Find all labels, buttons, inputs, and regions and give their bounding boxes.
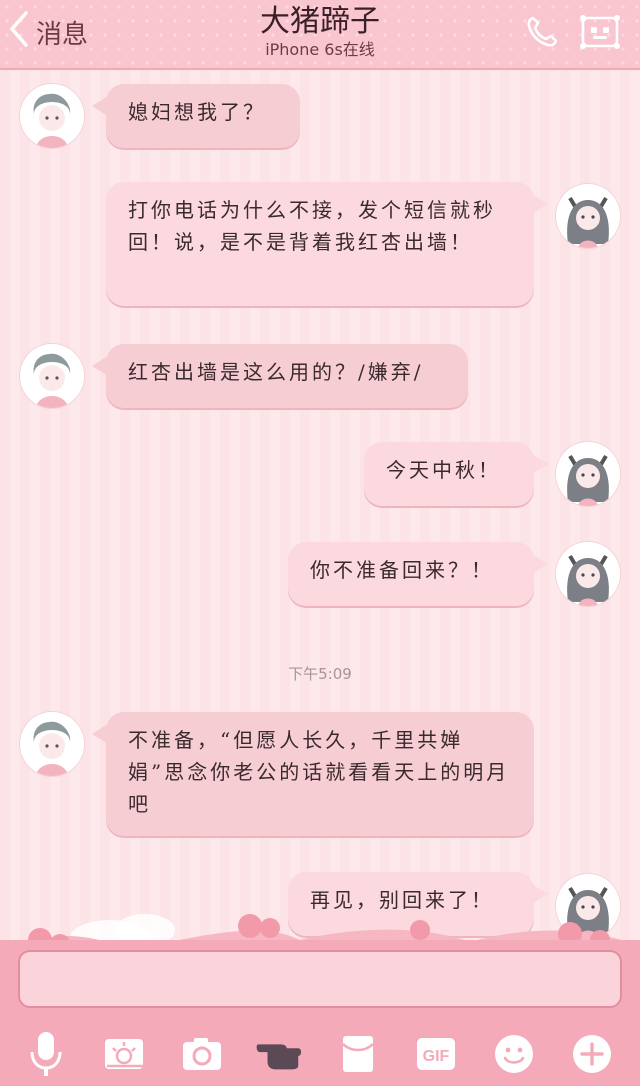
contact-avatar[interactable] bbox=[20, 344, 84, 408]
more-button[interactable] bbox=[568, 1030, 616, 1078]
message-bubble[interactable]: 你不准备回来？！ bbox=[288, 542, 548, 606]
message-bubble[interactable]: 不准备，“但愿人长久，千里共婵娟”思念你老公的话就看看天上的明月吧 bbox=[92, 712, 534, 836]
input-toolbar: GIF bbox=[0, 1020, 640, 1086]
contact-avatar[interactable] bbox=[20, 84, 84, 148]
back-button[interactable]: 消息 bbox=[6, 10, 88, 54]
chevron-left-icon bbox=[6, 9, 30, 56]
envelope-icon bbox=[342, 1036, 374, 1072]
self-avatar[interactable] bbox=[556, 184, 620, 248]
online-status: iPhone 6s在线 bbox=[265, 40, 375, 59]
microphone-icon bbox=[30, 1032, 62, 1076]
title-block: 大猪蹄子 iPhone 6s在线 bbox=[160, 4, 480, 60]
emoji-button[interactable] bbox=[490, 1030, 538, 1078]
phone-icon bbox=[527, 16, 558, 47]
back-label: 消息 bbox=[36, 19, 89, 50]
message-bubble[interactable]: 打你电话为什么不接，发个短信就秒回！说，是不是背着我红杏出墙！ bbox=[106, 182, 548, 306]
plus-icon bbox=[573, 1035, 611, 1073]
page-title: 大猪蹄子 bbox=[260, 4, 380, 39]
self-avatar[interactable] bbox=[556, 542, 620, 606]
contact-avatar[interactable] bbox=[20, 712, 84, 776]
chat-header: 消息 大猪蹄子 iPhone 6s在线 bbox=[0, 0, 640, 70]
self-avatar[interactable] bbox=[556, 442, 620, 506]
poke-button[interactable] bbox=[256, 1030, 304, 1078]
gallery-button[interactable] bbox=[100, 1030, 148, 1078]
message-bubble[interactable]: 媳妇想我了？ bbox=[92, 84, 300, 148]
camera-icon bbox=[183, 1038, 221, 1070]
gif-button[interactable]: GIF bbox=[412, 1030, 460, 1078]
image-icon bbox=[105, 1039, 143, 1069]
message-bubble[interactable]: 红杏出墙是这么用的？/嫌弃/ bbox=[92, 344, 468, 408]
message-timestamp: 下午5:09 bbox=[288, 665, 352, 683]
call-button[interactable] bbox=[522, 12, 562, 52]
profile-button[interactable] bbox=[580, 12, 620, 52]
hand-icon bbox=[256, 1044, 302, 1070]
voice-button[interactable] bbox=[22, 1030, 70, 1078]
message-bubble[interactable]: 今天中秋！ bbox=[364, 442, 548, 506]
message-input[interactable] bbox=[18, 950, 622, 1008]
svg-text:GIF: GIF bbox=[423, 1048, 450, 1065]
emoji-icon bbox=[495, 1035, 533, 1073]
red-packet-button[interactable] bbox=[334, 1030, 382, 1078]
gif-icon: GIF bbox=[417, 1038, 455, 1070]
profile-card-icon bbox=[580, 15, 620, 49]
camera-button[interactable] bbox=[178, 1030, 226, 1078]
